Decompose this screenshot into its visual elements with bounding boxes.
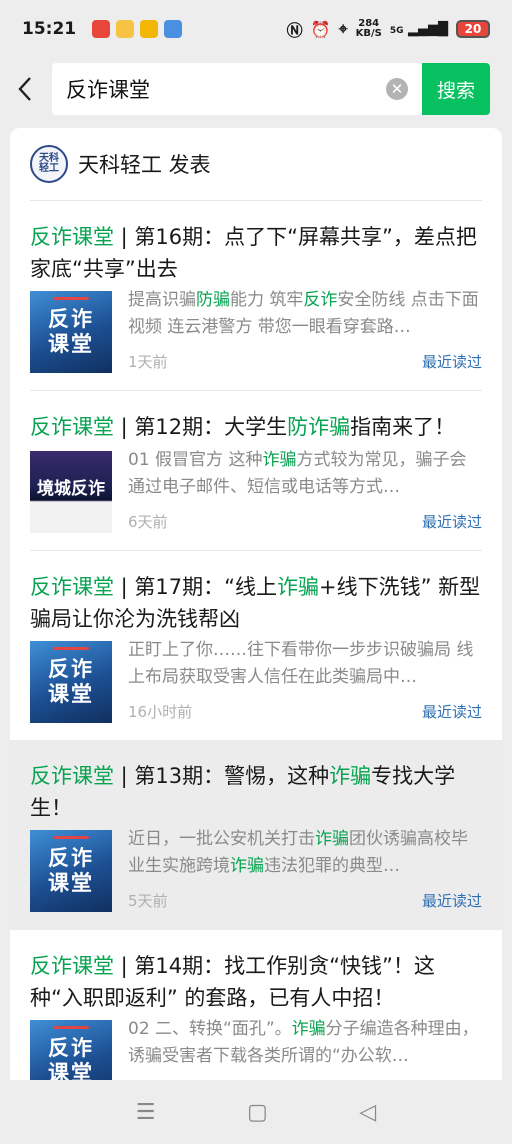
thumb-badge bbox=[53, 1026, 89, 1029]
thumb-text: 课堂 bbox=[48, 871, 94, 895]
title-keyword: 防诈骗 bbox=[287, 415, 351, 439]
menu-icon[interactable]: ☰ bbox=[136, 1100, 156, 1125]
title-keyword: 诈骗 bbox=[329, 764, 372, 788]
signal-label: 5G bbox=[389, 25, 404, 36]
article-item[interactable]: 反诈课堂 | 第16期：点了下“屏幕共享”，差点把家底“共享”出去 反诈 课堂 … bbox=[10, 200, 502, 390]
thumb-text: 反诈 bbox=[48, 307, 94, 331]
clear-icon[interactable]: ✕ bbox=[386, 78, 408, 100]
article-desc: 01 假冒官方 这种诈骗方式较为常见，骗子会通过电子邮件、短信或电话等方式… bbox=[128, 447, 482, 501]
app-icon bbox=[140, 20, 159, 38]
article-item[interactable]: 反诈课堂 | 第17期：“线上诈骗+线下洗钱” 新型骗局让你沦为洗钱帮凶 反诈 … bbox=[10, 550, 502, 740]
title-keyword: 反诈课堂 bbox=[30, 225, 114, 249]
read-badge: 最近读过 bbox=[421, 703, 482, 721]
nfc-icon: Ⓝ bbox=[286, 21, 303, 40]
article-thumbnail[interactable]: 反诈 课堂 bbox=[30, 291, 112, 373]
location-icon: ⌖ bbox=[338, 19, 348, 38]
thumb-text: 课堂 bbox=[48, 682, 94, 706]
thumb-text: 反诈 bbox=[48, 1036, 94, 1060]
app-icon bbox=[116, 20, 135, 38]
desc-text: 违法犯罪的典型… bbox=[264, 856, 400, 876]
title-keyword: 反诈课堂 bbox=[30, 575, 114, 599]
article-desc: 提高识骗防骗能力 筑牢反诈安全防线 点击下面视频 连云港警方 带您一眼看穿套路… bbox=[128, 287, 482, 341]
net-speed-unit: KB/S bbox=[355, 28, 382, 39]
title-text: | 第17期：“线上 bbox=[114, 575, 278, 599]
account-name[interactable]: 天科轻工 发表 bbox=[78, 149, 211, 179]
article-item[interactable]: 反诈课堂 | 第14期：找工作别贪“快钱”！这种“入职即返利” 的套路，已有人中… bbox=[10, 930, 502, 1080]
search-query[interactable]: 反诈课堂 bbox=[66, 74, 386, 104]
alarm-icon: ⏰ bbox=[310, 19, 331, 39]
read-badge: 最近读过 bbox=[421, 892, 482, 910]
article-time: 6天前 bbox=[128, 513, 168, 531]
home-icon[interactable]: ▢ bbox=[247, 1100, 268, 1125]
title-text: | 第13期：警惕，这种 bbox=[114, 764, 330, 788]
article-desc: 02 二、转换“面孔”。诈骗分子编造各种理由，诱骗受害者下载各类所谓的“办公软… bbox=[128, 1016, 482, 1070]
search-bar: 反诈课堂 ✕ 搜索 bbox=[0, 58, 512, 120]
title-keyword: 反诈课堂 bbox=[30, 415, 114, 439]
article-time: 5天前 bbox=[128, 892, 168, 910]
signal-icon: 5G ▂▄▆█ bbox=[389, 21, 448, 37]
back-triangle-icon[interactable]: ◁ bbox=[359, 1100, 376, 1125]
back-button[interactable] bbox=[0, 58, 50, 120]
thumb-badge bbox=[53, 647, 89, 650]
thumb-text: 课堂 bbox=[48, 1061, 94, 1080]
desc-keyword: 诈骗 bbox=[291, 1019, 326, 1039]
thumb-text: 课堂 bbox=[48, 332, 94, 356]
article-item[interactable]: 反诈课堂 | 第13期：警惕，这种诈骗专找大学生！ 反诈 课堂 近日，一批公安机… bbox=[10, 740, 502, 930]
article-title[interactable]: 反诈课堂 | 第14期：找工作别贪“快钱”！这种“入职即返利” 的套路，已有人中… bbox=[30, 950, 482, 1014]
article-desc: 正盯上了你……往下看带你一步步识破骗局 线上布局获取受害人信任在此类骗局中… bbox=[128, 640, 474, 687]
thumb-text: 境城反诈 bbox=[37, 479, 105, 499]
article-time: 16小时前 bbox=[128, 703, 193, 721]
desc-keyword: 反诈 bbox=[303, 290, 338, 310]
chevron-left-icon bbox=[18, 77, 31, 101]
app-icon bbox=[164, 20, 183, 38]
title-text: 指南来了！ bbox=[350, 415, 456, 439]
desc-keyword: 诈骗 bbox=[262, 450, 297, 470]
article-thumbnail[interactable]: 反诈 课堂 bbox=[30, 641, 112, 723]
search-input[interactable]: 反诈课堂 ✕ bbox=[52, 63, 422, 115]
battery-icon: 20 bbox=[456, 20, 490, 38]
account-header[interactable]: 天科轻工 天科轻工 发表 bbox=[10, 128, 502, 200]
article-title[interactable]: 反诈课堂 | 第17期：“线上诈骗+线下洗钱” 新型骗局让你沦为洗钱帮凶 bbox=[30, 571, 482, 635]
app-icon bbox=[92, 20, 111, 38]
avatar[interactable]: 天科轻工 bbox=[30, 145, 68, 183]
article-item[interactable]: 反诈课堂 | 第12期：大学生防诈骗指南来了！ 境城反诈 01 假冒官方 这种诈… bbox=[10, 390, 502, 550]
article-thumbnail[interactable]: 反诈 课堂 bbox=[30, 830, 112, 912]
article-title[interactable]: 反诈课堂 | 第12期：大学生防诈骗指南来了！ bbox=[30, 411, 482, 443]
article-desc: 近日，一批公安机关打击诈骗团伙诱骗高校毕业生实施跨境诈骗违法犯罪的典型… bbox=[128, 826, 482, 880]
thumb-badge bbox=[53, 297, 89, 300]
title-keyword: 诈骗 bbox=[277, 575, 320, 599]
title-keyword: 反诈课堂 bbox=[30, 954, 114, 978]
desc-keyword: 诈骗 bbox=[315, 829, 349, 849]
desc-text: 02 二、转换“面孔”。 bbox=[128, 1019, 292, 1039]
article-title[interactable]: 反诈课堂 | 第13期：警惕，这种诈骗专找大学生！ bbox=[30, 760, 482, 824]
avatar-text: 天科轻工 bbox=[39, 153, 59, 174]
desc-text: 01 假冒官方 这种 bbox=[128, 450, 263, 470]
article-title[interactable]: 反诈课堂 | 第16期：点了下“屏幕共享”，差点把家底“共享”出去 bbox=[30, 221, 482, 285]
thumb-text: 反诈 bbox=[48, 846, 94, 870]
desc-text: 能力 筑牢 bbox=[230, 290, 304, 310]
article-thumbnail[interactable]: 反诈 课堂 bbox=[30, 1020, 112, 1080]
net-speed: 284 KB/S bbox=[356, 19, 382, 39]
notification-icons bbox=[92, 20, 183, 38]
article-thumbnail[interactable]: 境城反诈 bbox=[30, 451, 112, 533]
system-nav-bar: ☰ ▢ ◁ bbox=[0, 1080, 512, 1144]
title-text: | 第12期：大学生 bbox=[114, 415, 288, 439]
read-badge: 最近读过 bbox=[421, 353, 482, 371]
read-badge: 最近读过 bbox=[421, 513, 482, 531]
status-bar: 15:21 Ⓝ ⏰ ⌖ 284 KB/S 5G ▂▄▆█ 20 bbox=[0, 0, 512, 58]
title-keyword: 反诈课堂 bbox=[30, 764, 114, 788]
thumb-text: 反诈 bbox=[48, 657, 94, 681]
thumb-badge bbox=[53, 836, 89, 839]
search-button[interactable]: 搜索 bbox=[422, 63, 490, 115]
desc-keyword: 诈骗 bbox=[230, 856, 264, 876]
desc-text: 提高识骗 bbox=[128, 290, 196, 310]
article-time: 1天前 bbox=[128, 353, 168, 371]
status-time: 15:21 bbox=[22, 19, 77, 39]
desc-keyword: 防骗 bbox=[196, 290, 230, 310]
results-card: 天科轻工 天科轻工 发表 反诈课堂 | 第16期：点了下“屏幕共享”，差点把家底… bbox=[10, 128, 502, 1080]
desc-text: 近日，一批公安机关打击 bbox=[128, 829, 315, 849]
